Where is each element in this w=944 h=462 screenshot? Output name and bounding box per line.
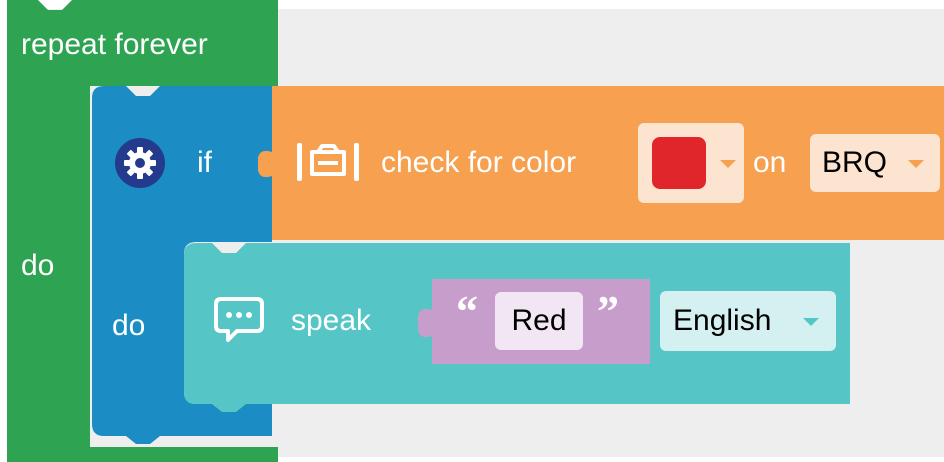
open-quote: “ xyxy=(456,287,478,336)
language-value: English xyxy=(673,304,772,337)
language-dropdown[interactable]: English xyxy=(660,291,836,351)
chevron-down-icon xyxy=(803,318,819,326)
text-string-block[interactable] xyxy=(0,0,944,462)
speech-text-value: Red xyxy=(511,304,567,337)
close-quote: ” xyxy=(597,287,619,336)
speech-text-input[interactable]: Red xyxy=(495,292,583,350)
